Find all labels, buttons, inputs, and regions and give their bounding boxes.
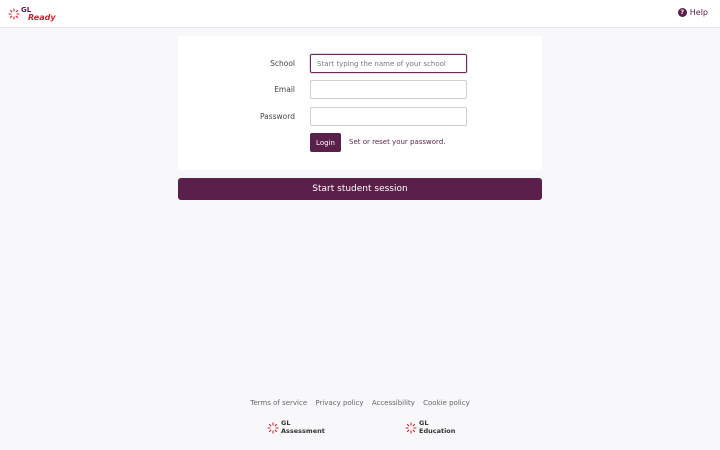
login-card: School Email Password Login Set or reset… bbox=[178, 36, 542, 170]
school-row: School bbox=[178, 54, 542, 74]
help-label: Help bbox=[689, 8, 708, 17]
starburst-icon bbox=[405, 422, 417, 434]
gl-assessment-logo[interactable]: GL Assessment bbox=[267, 420, 327, 438]
starburst-icon bbox=[267, 422, 279, 434]
top-bar: GL Ready ? Help bbox=[0, 0, 720, 28]
gl-education-logo[interactable]: GL Education bbox=[405, 420, 465, 438]
assessment-logo-gl: GL bbox=[281, 419, 291, 427]
cookie-link[interactable]: Cookie policy bbox=[423, 399, 470, 407]
help-link[interactable]: ? Help bbox=[677, 8, 708, 17]
school-label: School bbox=[270, 59, 295, 68]
education-logo-text: Education bbox=[419, 427, 456, 435]
password-row: Password bbox=[178, 107, 542, 127]
email-input[interactable] bbox=[310, 80, 467, 99]
footer-links: Terms of service Privacy policy Accessib… bbox=[0, 399, 720, 407]
email-row: Email bbox=[178, 80, 542, 100]
password-label: Password bbox=[259, 112, 295, 121]
password-input[interactable] bbox=[310, 107, 467, 126]
assessment-logo-text: Assessment bbox=[281, 427, 325, 435]
school-input[interactable] bbox=[310, 54, 467, 73]
accessibility-link[interactable]: Accessibility bbox=[372, 399, 415, 407]
login-button[interactable]: Login bbox=[310, 133, 341, 152]
start-student-session-button[interactable]: Start student session bbox=[178, 178, 542, 200]
privacy-link[interactable]: Privacy policy bbox=[315, 399, 363, 407]
gl-ready-logo[interactable]: GL Ready bbox=[8, 6, 56, 22]
terms-link[interactable]: Terms of service bbox=[250, 399, 307, 407]
education-logo-gl: GL bbox=[419, 419, 429, 427]
starburst-icon bbox=[8, 8, 20, 20]
reset-password-link[interactable]: Set or reset your password. bbox=[349, 138, 445, 146]
email-label: Email bbox=[274, 85, 295, 94]
question-circle-icon: ? bbox=[677, 8, 687, 17]
logo-text-ready: Ready bbox=[28, 13, 56, 22]
